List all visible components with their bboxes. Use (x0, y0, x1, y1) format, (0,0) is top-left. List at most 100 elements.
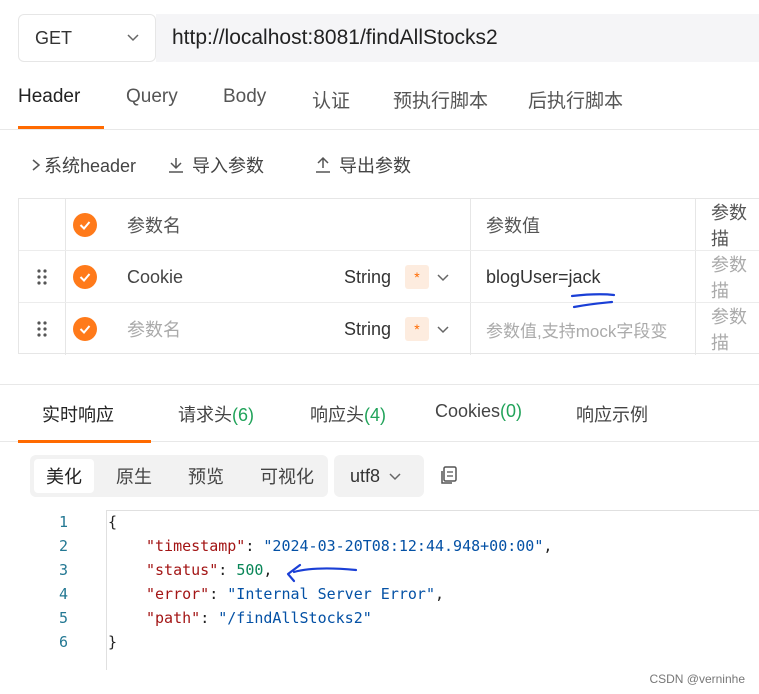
tab-response-example[interactable]: 响应示例 (576, 401, 648, 427)
tab-post-script[interactable]: 后执行脚本 (528, 86, 623, 113)
select-all-checkbox[interactable] (73, 199, 97, 251)
line-number: 2 (58, 537, 68, 555)
json-trail: , (435, 585, 445, 603)
table-row: Cookie String * blogUser=jack 参数描 (19, 251, 759, 303)
chevron-down-icon[interactable] (436, 251, 450, 303)
import-params-button[interactable]: 导入参数 (166, 152, 264, 178)
code-line: 4 "error": "Internal Server Error", (0, 582, 759, 606)
param-desc-input[interactable]: 参数描 (711, 303, 759, 355)
response-body-viewer[interactable]: 1 { 2 "timestamp": "2024-03-20T08:12:44.… (0, 508, 759, 670)
request-tabs: Header Query Body 认证 预执行脚本 后执行脚本 (0, 80, 759, 130)
url-bar: GET http://localhost:8081/findAllStocks2 (0, 0, 759, 72)
json-value: "2024-03-20T08:12:44.948+00:00" (263, 537, 544, 555)
drag-handle-icon[interactable] (35, 251, 49, 303)
code-line: 6 } (0, 630, 759, 654)
json-value: "Internal Server Error" (227, 585, 435, 603)
method-value: GET (35, 27, 73, 48)
upload-icon (316, 156, 330, 173)
line-number: 3 (58, 561, 68, 579)
response-tabs: 实时响应 请求头(6) 响应头(4) Cookies(0) 响应示例 (0, 384, 759, 443)
check-icon (73, 213, 97, 237)
tab-response-headers[interactable]: 响应头(4) (310, 401, 386, 427)
tab-label: 响应示例 (576, 405, 648, 425)
count-badge: (0) (500, 401, 523, 421)
encoding-select[interactable]: utf8 (334, 455, 424, 497)
line-number: 4 (58, 585, 68, 603)
json-key: "status" (146, 561, 219, 579)
required-toggle[interactable]: * (405, 251, 429, 303)
tab-query[interactable]: Query (126, 86, 178, 108)
param-type-select[interactable]: String (344, 303, 391, 355)
code-text: "path": "/findAllStocks2" (146, 609, 372, 627)
count-badge: (4) (364, 405, 386, 425)
code-line: 2 "timestamp": "2024-03-20T08:12:44.948+… (0, 534, 759, 558)
code-line: 3 "status": 500, (0, 558, 759, 582)
header-toolbar: 系统header 导入参数 导出参数 (0, 140, 759, 186)
row-enabled-checkbox[interactable] (73, 251, 97, 303)
json-value: "/findAllStocks2" (218, 609, 372, 627)
json-trail: , (263, 561, 273, 579)
export-params-label: 导出参数 (339, 156, 411, 176)
json-value: 500 (236, 561, 264, 579)
view-mode-raw[interactable]: 原生 (104, 459, 164, 493)
url-input[interactable]: http://localhost:8081/findAllStocks2 (156, 14, 759, 62)
code-text: { (108, 513, 118, 531)
param-value-input[interactable]: 参数值,支持mock字段变 (486, 303, 667, 355)
param-desc-input[interactable]: 参数描 (711, 251, 759, 303)
tab-label: 请求头 (178, 405, 232, 425)
chevron-down-icon (127, 34, 139, 42)
tab-request-headers[interactable]: 请求头(6) (178, 401, 254, 427)
view-mode-pretty[interactable]: 美化 (34, 459, 94, 493)
download-icon (169, 158, 183, 173)
tab-auth[interactable]: 认证 (312, 86, 350, 113)
export-params-button[interactable]: 导出参数 (313, 152, 411, 178)
view-mode-preview[interactable]: 预览 (176, 459, 236, 493)
param-name-input[interactable]: Cookie (127, 251, 183, 303)
tab-label: 响应头 (310, 405, 364, 425)
view-mode-visualize[interactable]: 可视化 (248, 459, 326, 493)
method-select[interactable]: GET (18, 14, 156, 62)
json-key: "timestamp" (146, 537, 246, 555)
tab-live-response[interactable]: 实时响应 (42, 401, 114, 427)
code-text: "error": "Internal Server Error", (146, 585, 445, 603)
tab-pre-script[interactable]: 预执行脚本 (393, 86, 488, 113)
copy-button[interactable] (438, 464, 460, 491)
tab-header[interactable]: Header (18, 86, 80, 108)
check-icon (73, 317, 97, 341)
table-header-row: 参数名 参数值 参数描 (19, 199, 759, 251)
code-line: 5 "path": "/findAllStocks2" (0, 606, 759, 630)
code-text: "timestamp": "2024-03-20T08:12:44.948+00… (146, 537, 553, 555)
encoding-value: utf8 (350, 465, 381, 486)
system-header-toggle[interactable]: 系统header (30, 152, 136, 178)
param-type-select[interactable]: String (344, 251, 391, 303)
line-number: 6 (58, 633, 68, 651)
tab-label: Cookies (435, 401, 501, 421)
column-header-name: 参数名 (127, 216, 181, 236)
tab-label: 实时响应 (42, 405, 114, 425)
code-text: "status": 500, (146, 561, 273, 579)
system-header-label: 系统header (44, 156, 137, 176)
count-badge: (6) (232, 405, 254, 425)
tab-cookies[interactable]: Cookies(0) (435, 401, 522, 422)
drag-handle-icon[interactable] (35, 303, 49, 355)
column-header-value: 参数值 (486, 216, 540, 236)
row-enabled-checkbox[interactable] (73, 303, 97, 355)
chevron-down-icon (389, 473, 401, 481)
chevron-down-icon[interactable] (436, 303, 450, 355)
tab-body[interactable]: Body (223, 86, 266, 108)
line-number: 1 (58, 513, 68, 531)
copy-icon (441, 466, 457, 484)
chevron-right-icon (32, 159, 41, 171)
required-star: * (405, 265, 429, 289)
json-trail: , (543, 537, 553, 555)
param-value-input[interactable]: blogUser=jack (486, 251, 601, 303)
url-value: http://localhost:8081/findAllStocks2 (172, 26, 498, 49)
table-row: 参数名 String * 参数值,支持mock字段变 参数描 (19, 303, 759, 355)
param-name-input[interactable]: 参数名 (127, 303, 181, 355)
line-number: 5 (58, 609, 68, 627)
code-line: 1 { (0, 510, 759, 534)
import-params-label: 导入参数 (192, 156, 264, 176)
view-mode-switch: 美化 原生 预览 可视化 (30, 455, 328, 497)
required-toggle[interactable]: * (405, 303, 429, 355)
required-star: * (405, 317, 429, 341)
